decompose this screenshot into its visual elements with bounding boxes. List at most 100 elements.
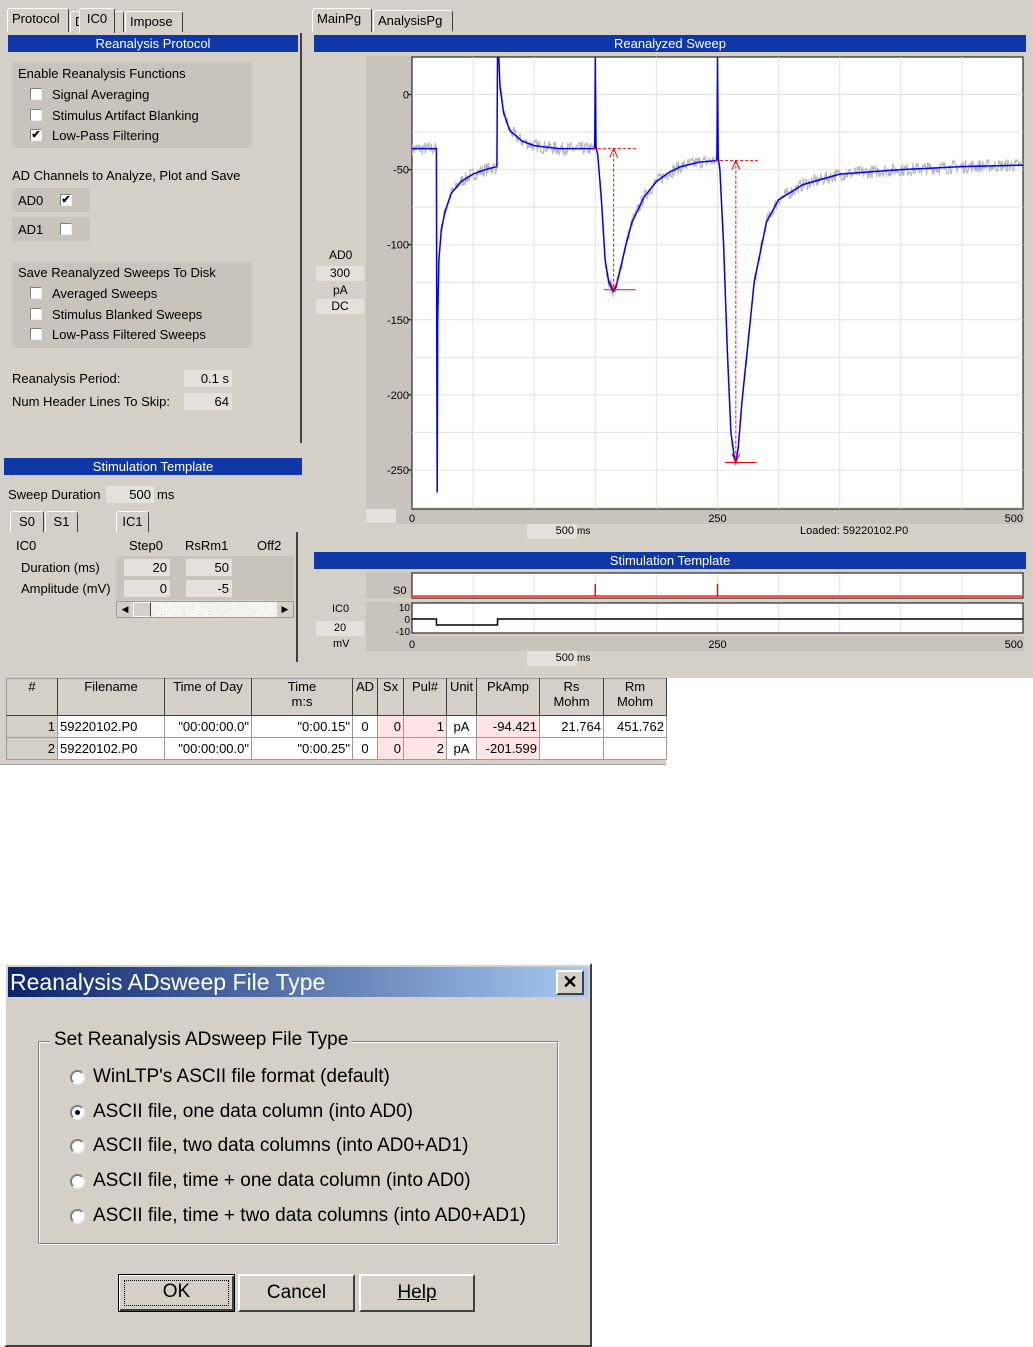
column-header-text: m:s — [291, 694, 313, 709]
table-cell[interactable]: 1 — [6, 715, 58, 738]
y-tick-label: -150 — [387, 315, 409, 327]
scroll-left-arrow-icon[interactable]: ◀ — [117, 602, 133, 617]
table-cell[interactable] — [539, 737, 604, 760]
scroll-thumb[interactable] — [133, 602, 151, 617]
tab-impose[interactable]: Impose — [125, 11, 183, 32]
save-checkbox-1[interactable] — [30, 307, 42, 320]
close-icon[interactable]: ✕ — [556, 970, 584, 995]
save-checkbox-2[interactable] — [30, 328, 42, 340]
radio-option-3[interactable] — [70, 1174, 85, 1190]
table-cell[interactable]: 21.764 — [539, 715, 604, 738]
column-header-text: Time of Day — [173, 679, 243, 694]
table-cell[interactable]: "00:00:00.0" — [164, 715, 252, 738]
cancel-button[interactable]: Cancel — [238, 1274, 355, 1312]
radio-option-label[interactable]: WinLTP's ASCII file format (default) — [93, 1066, 390, 1088]
radio-option-label[interactable]: ASCII file, time + one data column (into… — [93, 1170, 471, 1192]
column-header-text: Pul# — [411, 679, 439, 694]
rsrm1-amplitude-field[interactable]: -5 — [186, 580, 232, 597]
stimulation-template-header: Stimulation Template — [4, 458, 302, 475]
column-header[interactable]: Rs Mohm — [539, 678, 604, 716]
table-cell[interactable]: "0:00.15" — [251, 715, 353, 738]
save-item-label: Stimulus Blanked Sweeps — [52, 306, 203, 322]
table-cell[interactable]: 59220102.P0 — [57, 715, 165, 738]
table-cell[interactable]: "0:00.25" — [251, 737, 353, 760]
tab-mainpg[interactable]: MainPg — [312, 8, 372, 32]
y-tick-label: -250 — [387, 465, 409, 477]
checkbox-0[interactable] — [30, 88, 42, 100]
x-span-field[interactable]: 500 — [527, 524, 577, 539]
table-cell[interactable]: -94.421 — [476, 715, 540, 738]
radio-option-0[interactable] — [70, 1070, 85, 1085]
ic0-scale-field[interactable]: 20 — [316, 621, 364, 636]
sweep-duration-field[interactable]: 500 — [106, 486, 154, 503]
focus-rect — [124, 1280, 229, 1306]
column-header[interactable]: # — [6, 678, 58, 716]
table-cell[interactable]: 0 — [377, 737, 404, 760]
table-cell[interactable]: 0 — [352, 737, 378, 760]
save-checkbox-0[interactable] — [30, 287, 42, 299]
column-header[interactable]: Pul# — [403, 678, 447, 716]
tab-ic0[interactable]: IC0 — [79, 8, 115, 33]
groupbox-title: Set Reanalysis ADsweep File Type — [50, 1029, 353, 1051]
y-scale-field[interactable]: 300 — [316, 266, 364, 281]
coupling-field[interactable]: DC — [316, 299, 364, 314]
table-row[interactable]: 2 59220102.P0 "00:00:00.0" "0:00.25" 0 0 2 pA -2… — [6, 737, 667, 760]
tab-protocol[interactable]: Protocol — [7, 8, 69, 32]
header-lines-field[interactable]: 64 — [184, 393, 232, 410]
radio-option-1[interactable] — [70, 1104, 85, 1120]
stim-span-field[interactable]: 500 — [527, 651, 577, 666]
ic0-y-tick-label: 0 — [404, 615, 410, 626]
x-origin-field[interactable] — [366, 509, 396, 523]
enable-item-label: Stimulus Artifact Blanking — [52, 107, 199, 123]
radio-option-label[interactable]: ASCII file, two data columns (into AD0+A… — [93, 1135, 468, 1157]
column-header[interactable]: Filename — [57, 678, 165, 716]
ad1-checkbox[interactable] — [60, 223, 72, 235]
step0-amplitude-field[interactable]: 0 — [124, 580, 170, 597]
results-table[interactable]: # Filename Time of Day Time m:s AD Sx Pul# Unit P… — [6, 678, 667, 760]
column-header[interactable]: PkAmp — [476, 678, 540, 716]
column-header[interactable]: AD — [352, 678, 378, 716]
tab-s1[interactable]: S1 — [45, 511, 78, 532]
column-header-text: # — [28, 679, 36, 694]
stim-horizontal-scrollbar[interactable]: ◀ ▶ — [116, 601, 294, 618]
checkbox-1[interactable] — [30, 108, 42, 121]
dialog-title-bar[interactable]: Reanalysis ADsweep File Type — [8, 967, 588, 997]
radio-option-4[interactable] — [70, 1208, 85, 1224]
table-cell[interactable]: "00:00:00.0" — [164, 737, 252, 760]
column-header[interactable]: Time of Day — [164, 678, 252, 716]
tab-analysispg[interactable]: AnalysisPg — [373, 10, 453, 31]
tab-ic1[interactable]: IC1 — [116, 511, 149, 532]
table-cell[interactable]: 0 — [352, 715, 378, 738]
table-cell[interactable]: 1 — [403, 715, 447, 738]
ok-button[interactable]: OK — [118, 1274, 235, 1312]
column-header[interactable]: Time m:s — [251, 678, 353, 716]
col-off2: Off2 — [257, 538, 282, 553]
column-header-text: Unit — [449, 679, 474, 694]
table-cell[interactable]: 451.762 — [603, 715, 667, 738]
ad0-checkbox[interactable]: ✔ — [60, 194, 72, 206]
reanalysis-protocol-header: Reanalysis Protocol — [8, 35, 298, 52]
reanalyzed-sweep-chart[interactable]: 0 -50 -100 -150 -200 -250 0 250 500 — [366, 56, 1033, 526]
table-cell[interactable]: 0 — [377, 715, 404, 738]
table-cell[interactable]: -201.599 — [476, 737, 540, 760]
step0-duration-field[interactable]: 20 — [124, 559, 170, 576]
help-button[interactable]: Help — [359, 1274, 475, 1312]
table-cell[interactable]: 2 — [403, 737, 447, 760]
table-cell[interactable]: 59220102.P0 — [57, 737, 165, 760]
reanalysis-period-field[interactable]: 0.1 s — [184, 370, 232, 387]
column-header[interactable]: Unit — [446, 678, 477, 716]
table-cell[interactable]: pA — [446, 737, 477, 760]
table-cell[interactable]: 2 — [6, 737, 58, 760]
scroll-right-arrow-icon[interactable]: ▶ — [277, 602, 293, 617]
column-header[interactable]: Sx — [377, 678, 404, 716]
radio-option-label[interactable]: ASCII file, one data column (into AD0) — [93, 1101, 413, 1123]
tab-s0[interactable]: S0 — [10, 511, 44, 532]
column-header[interactable]: Rm Mohm — [603, 678, 667, 716]
table-row[interactable]: 1 59220102.P0 "00:00:00.0" "0:00.15" 0 0 1 pA -9… — [6, 715, 667, 738]
table-cell[interactable]: pA — [446, 715, 477, 738]
x-tick-label: 250 — [708, 639, 726, 651]
checkbox-2[interactable]: ✔ — [30, 129, 42, 141]
table-cell[interactable] — [603, 737, 667, 760]
rsrm1-duration-field[interactable]: 50 — [186, 559, 232, 576]
radio-option-label[interactable]: ASCII file, time + two data columns (int… — [93, 1205, 526, 1227]
